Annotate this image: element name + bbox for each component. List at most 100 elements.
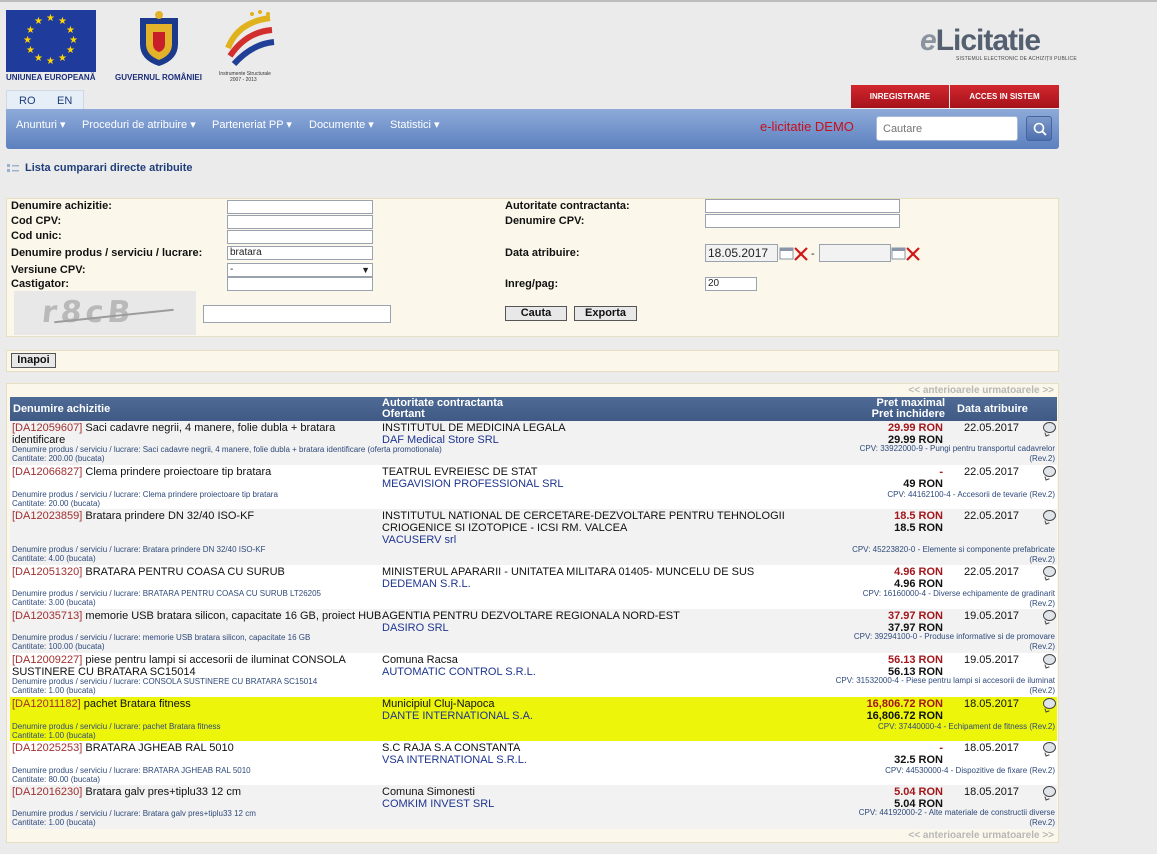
calendar-clear-icon-2[interactable]	[891, 246, 921, 262]
row-bidder[interactable]: DEDEMAN S.R.L.	[382, 578, 471, 590]
row-date: 22.05.2017	[964, 510, 1020, 522]
table-row[interactable]: [DA12051320] BRATARA PENTRU COASA CU SUR…	[10, 565, 1057, 609]
row-authority: Comuna Racsa	[382, 654, 458, 666]
row-authority: MINISTERUL APARARII - UNITATEA MILITARA …	[382, 566, 755, 578]
gov-caption: GUVERNUL ROMÂNIEI	[115, 73, 202, 82]
date-from-input[interactable]: 18.05.2017	[705, 244, 778, 262]
nav-statistici[interactable]: Statistici ▾	[390, 118, 440, 131]
row-pret-maximal: -	[939, 466, 943, 478]
comment-icon[interactable]	[1043, 698, 1056, 709]
row-bidder[interactable]: VACUSERV srl	[382, 534, 456, 546]
row-title[interactable]: [DA12051320] BRATARA PENTRU COASA CU SUR…	[12, 566, 372, 578]
label-denumire: Denumire achizitie:	[11, 200, 112, 212]
row-code: [DA12009227]	[12, 654, 83, 666]
calendar-clear-icon[interactable]	[779, 246, 809, 262]
search-button[interactable]	[1026, 116, 1052, 141]
row-cpv: CPV: 31532000-4 - Piese pentru lampi si …	[835, 676, 1055, 695]
comment-icon[interactable]	[1043, 654, 1056, 665]
main-nav: Anunturi ▾ Proceduri de atribuire ▾ Part…	[6, 109, 1059, 149]
brand-subtitle: SISTEMUL ELECTRONIC DE ACHIZIȚII PUBLICE	[956, 56, 1077, 62]
comment-icon[interactable]	[1043, 422, 1056, 433]
row-title[interactable]: [DA12059607] Saci cadavre negrii, 4 mane…	[12, 422, 372, 446]
table-row[interactable]: [DA12035713] memorie USB bratara silicon…	[10, 609, 1057, 653]
row-date: 22.05.2017	[964, 422, 1020, 434]
comment-icon[interactable]	[1043, 566, 1056, 577]
row-code: [DA12035713]	[12, 610, 83, 622]
row-qty: Cantitate: 80.00 (bucata)	[12, 775, 101, 784]
pager-bottom[interactable]: << anterioarele urmatoarele >>	[908, 830, 1054, 841]
row-authority: AGENTIA PENTRU DEZVOLTARE REGIONALA NORD…	[382, 610, 680, 622]
login-button[interactable]: Acces in sistem	[950, 85, 1059, 108]
captcha-input[interactable]	[203, 305, 391, 323]
row-bidder[interactable]: MEGAVISION PROFESSIONAL SRL	[382, 478, 564, 490]
comment-icon[interactable]	[1043, 510, 1056, 521]
label-data: Data atribuire:	[505, 247, 580, 259]
table-row[interactable]: [DA12059607] Saci cadavre negrii, 4 mane…	[10, 421, 1057, 465]
brand-e: e	[920, 24, 937, 57]
cod-cpv-input[interactable]	[227, 215, 373, 229]
table-row[interactable]: [DA12066827] Clema prindere proiectoare …	[10, 465, 1057, 509]
row-code: [DA12025253]	[12, 742, 83, 754]
row-bidder[interactable]: COMKIM INVEST SRL	[382, 798, 494, 810]
comment-icon[interactable]	[1043, 742, 1056, 753]
inreg-input[interactable]: 20	[705, 277, 757, 291]
comment-icon[interactable]	[1043, 610, 1056, 621]
row-code: [DA12011182]	[12, 698, 81, 710]
row-cpv: CPV: 44530000-4 - Dispozitive de fixare …	[885, 766, 1055, 775]
row-date: 22.05.2017	[964, 466, 1020, 478]
export-button[interactable]: Exporta	[574, 306, 637, 321]
lang-en-link[interactable]: EN	[57, 95, 72, 107]
nav-anunturi[interactable]: Anunturi ▾	[16, 118, 66, 131]
comment-icon[interactable]	[1043, 466, 1056, 477]
row-title[interactable]: [DA12025253] BRATARA JGHEAB RAL 5010	[12, 742, 372, 754]
table-row[interactable]: [DA12023859] Bratara prindere DN 32/40 I…	[10, 509, 1057, 565]
row-title[interactable]: [DA12016230] Bratara galv pres+tiplu33 1…	[12, 786, 372, 798]
versiune-select[interactable]: - ▼	[227, 263, 373, 277]
date-to-input[interactable]	[819, 244, 891, 262]
row-pret-maximal: 37.97 RON	[887, 610, 943, 622]
brand-logo[interactable]: eLicitatie	[920, 24, 1041, 58]
row-bidder[interactable]: DAF Medical Store SRL	[382, 434, 499, 446]
captcha-image: r8cB	[14, 291, 196, 335]
search-input[interactable]	[876, 116, 1018, 141]
produs-input[interactable]: bratara	[227, 246, 373, 260]
nav-proceduri[interactable]: Proceduri de atribuire ▾	[82, 118, 196, 131]
table-row-highlighted[interactable]: [DA12011182] pachet Bratara fitness Denu…	[10, 697, 1057, 741]
denumire-cpv-input[interactable]	[705, 214, 900, 228]
row-title[interactable]: [DA12066827] Clema prindere proiectoare …	[12, 466, 372, 478]
row-title-text: BRATARA JGHEAB RAL 5010	[82, 742, 234, 754]
eu-caption: UNIUNEA EUROPEANĂ	[6, 73, 96, 82]
row-title[interactable]: [DA12011182] pachet Bratara fitness	[12, 698, 372, 710]
comment-icon[interactable]	[1043, 786, 1056, 797]
pager-top[interactable]: << anterioarele urmatoarele >>	[908, 385, 1054, 396]
back-button[interactable]: Inapoi	[11, 353, 56, 368]
label-cod-cpv: Cod CPV:	[11, 215, 62, 227]
row-pret-inchidere: 32.5 RON	[894, 754, 943, 766]
table-row[interactable]: [DA12025253] BRATARA JGHEAB RAL 5010 Den…	[10, 741, 1057, 785]
row-title[interactable]: [DA12035713] memorie USB bratara silicon…	[12, 610, 382, 622]
lang-ro-link[interactable]: RO	[19, 95, 36, 107]
row-bidder[interactable]: DANTE INTERNATIONAL S.A.	[382, 710, 533, 722]
demo-label: e-licitatie DEMO	[760, 119, 854, 134]
denumire-input[interactable]	[227, 200, 373, 214]
autoritate-input[interactable]	[705, 199, 900, 213]
cod-unic-input[interactable]	[227, 230, 373, 244]
nav-parteneriat[interactable]: Parteneriat PP ▾	[212, 118, 292, 131]
row-detail: Denumire produs / serviciu / lucrare: Sa…	[12, 445, 442, 454]
row-bidder[interactable]: VSA INTERNATIONAL S.R.L.	[382, 754, 527, 766]
row-title[interactable]: [DA12009227] piese pentru lampi si acces…	[12, 654, 372, 678]
row-bidder[interactable]: DASIRO SRL	[382, 622, 449, 634]
castigator-input[interactable]	[227, 277, 373, 291]
row-title-text: pachet Bratara fitness	[80, 698, 191, 710]
row-bidder[interactable]: AUTOMATIC CONTROL S.R.L.	[382, 666, 536, 678]
row-qty: Cantitate: 200.00 (bucata)	[12, 454, 105, 463]
register-button[interactable]: Inregistrare	[851, 85, 949, 108]
row-detail: Denumire produs / serviciu / lucrare: Cl…	[12, 490, 278, 499]
nav-documente[interactable]: Documente ▾	[309, 118, 374, 131]
row-authority: Municipiul Cluj-Napoca	[382, 698, 495, 710]
table-row[interactable]: [DA12016230] Bratara galv pres+tiplu33 1…	[10, 785, 1057, 829]
row-title[interactable]: [DA12023859] Bratara prindere DN 32/40 I…	[12, 510, 372, 522]
language-switcher: RO EN	[6, 90, 84, 110]
table-row[interactable]: [DA12009227] piese pentru lampi si acces…	[10, 653, 1057, 697]
search-submit-button[interactable]: Cauta	[505, 306, 567, 321]
